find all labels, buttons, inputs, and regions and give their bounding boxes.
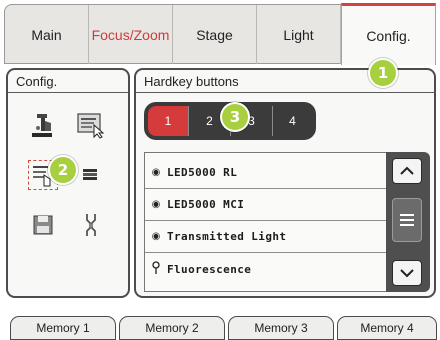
callout-3: 3 <box>222 104 248 130</box>
scroll-up-button[interactable] <box>392 158 422 184</box>
hardkey-button-4[interactable]: 4 <box>272 106 312 136</box>
memory-tab-4[interactable]: Memory 4 <box>337 316 437 340</box>
list-item[interactable]: ◉ LED5000 MCI <box>145 189 387 221</box>
tab-focus-zoom[interactable]: Focus/Zoom <box>89 5 173 64</box>
tab-main[interactable]: Main <box>5 5 89 64</box>
list-item[interactable]: Fluorescence <box>145 253 387 285</box>
divider <box>136 92 434 93</box>
chevron-up-icon <box>400 166 414 175</box>
light-list: ◉ LED5000 RL ◉ LED5000 MCI ◉ Transmitted… <box>144 152 387 292</box>
hardkey-panel-title: Hardkey buttons <box>144 74 239 89</box>
hardkey-panel: Hardkey buttons 1 2 3 4 ◉ LED5000 RL ◉ L… <box>134 68 436 298</box>
callout-2: 2 <box>50 157 76 183</box>
pin-icon <box>145 260 167 278</box>
tab-light[interactable]: Light <box>257 5 341 64</box>
tab-stage[interactable]: Stage <box>173 5 257 64</box>
scroll-thumb[interactable] <box>392 198 422 242</box>
memory-tab-3[interactable]: Memory 3 <box>228 316 334 340</box>
display-settings-icon[interactable] <box>76 110 106 140</box>
radio-dot-icon: ◉ <box>151 167 161 178</box>
memory-tab-1[interactable]: Memory 1 <box>10 316 116 340</box>
top-tab-bar: Main Focus/Zoom Stage Light Config. <box>4 3 436 65</box>
microscope-icon[interactable] <box>28 110 58 140</box>
memory-tab-2[interactable]: Memory 2 <box>119 316 225 340</box>
chevron-down-icon <box>400 269 414 278</box>
save-icon[interactable] <box>28 210 58 240</box>
divider <box>8 92 128 93</box>
tools-icon[interactable] <box>76 210 106 240</box>
radio-dot-icon: ◉ <box>151 199 161 210</box>
callout-1: 1 <box>370 60 396 86</box>
list-item[interactable]: ◉ LED5000 RL <box>145 157 387 189</box>
config-panel: Config. <box>6 68 130 298</box>
list-item-label: LED5000 MCI <box>167 198 245 211</box>
radio-dot-icon: ◉ <box>151 231 161 242</box>
list-scrollbar[interactable] <box>386 152 430 292</box>
menu-icon <box>400 214 414 226</box>
list-item[interactable]: ◉ Transmitted Light <box>145 221 387 253</box>
scroll-down-button[interactable] <box>392 260 422 286</box>
list-item-label: Fluorescence <box>167 262 252 276</box>
config-panel-title: Config. <box>16 74 58 89</box>
tab-config[interactable]: Config. <box>341 3 436 65</box>
stack-icon[interactable] <box>76 160 106 190</box>
list-item-label: LED5000 RL <box>167 166 238 179</box>
list-item-label: Transmitted Light <box>167 230 287 243</box>
hardkey-button-1[interactable]: 1 <box>148 106 188 136</box>
